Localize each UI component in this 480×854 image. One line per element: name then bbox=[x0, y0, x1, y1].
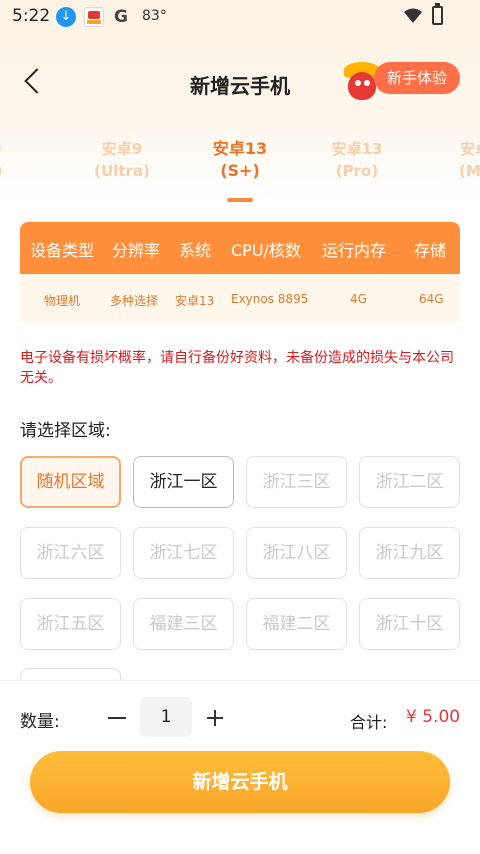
region-option[interactable]: 浙江六区 bbox=[20, 527, 121, 579]
total-price: ¥ 5.00 bbox=[406, 707, 461, 727]
spec-header-cell: CPU/核数 bbox=[231, 241, 301, 260]
quantity-value[interactable]: 1 bbox=[140, 697, 192, 737]
spec-value-cell: 4G bbox=[350, 292, 367, 306]
region-option[interactable]: 浙江二区 bbox=[359, 456, 460, 508]
tab-android9-max[interactable]: 卓9ax) bbox=[0, 138, 44, 182]
add-cloud-phone-button[interactable]: 新增云手机 bbox=[30, 751, 450, 813]
region-option[interactable]: 浙江三区 bbox=[246, 456, 347, 508]
google-icon: G bbox=[114, 7, 128, 27]
model-tabs: 卓9ax) 安卓9(Ultra) 安卓13(S+) 安卓13(Pro) 安卓(M… bbox=[0, 128, 480, 202]
newbie-trial-button[interactable]: 新手体验 bbox=[374, 62, 460, 94]
region-option[interactable]: 浙江十区 bbox=[359, 598, 460, 650]
spec-value-cell: 64G bbox=[419, 292, 444, 306]
backup-warning: 电子设备有损坏概率，请自行备份好资料，未备份造成的损失与本公司无关。 bbox=[20, 350, 454, 386]
region-option[interactable]: 福建二区 bbox=[246, 598, 347, 650]
spec-value-cell: 多种选择 bbox=[110, 294, 159, 308]
spec-header-cell: 运行内存 bbox=[322, 241, 387, 260]
temperature: 83° bbox=[142, 8, 167, 24]
total-label: 合计: bbox=[350, 713, 388, 732]
spec-header-cell: 设备类型 bbox=[30, 241, 95, 260]
region-option-random[interactable]: 随机区域 bbox=[20, 456, 121, 508]
active-tab-indicator bbox=[227, 198, 253, 202]
nav-bar: 新增云手机 新手体验 bbox=[0, 50, 480, 110]
region-option[interactable]: 福建三区 bbox=[133, 598, 234, 650]
battery-icon bbox=[432, 3, 443, 25]
quantity-increase-button[interactable] bbox=[204, 703, 228, 733]
app-notification-icon bbox=[84, 7, 104, 27]
spec-header-cell: 存储 bbox=[414, 241, 447, 260]
quantity-label: 数量: bbox=[20, 712, 60, 732]
region-option[interactable]: 浙江五区 bbox=[20, 598, 121, 650]
region-option[interactable]: 浙江八区 bbox=[246, 527, 347, 579]
spec-header-cell: 分辨率 bbox=[112, 241, 161, 260]
quantity-decrease-button[interactable] bbox=[106, 703, 130, 733]
spec-value-cell: 物理机 bbox=[44, 294, 81, 308]
wifi-icon bbox=[404, 8, 422, 23]
spec-table: 设备类型 分辨率 系统 CPU/核数 运行内存 存储 物理机 多种选择 安卓13… bbox=[20, 222, 460, 324]
region-option[interactable]: 浙江一区 bbox=[133, 456, 234, 508]
spec-value-cell: Exynos 8895 bbox=[231, 292, 309, 306]
spec-value-cell: 安卓13 bbox=[175, 294, 215, 308]
spec-header-row: 设备类型 分辨率 系统 CPU/核数 运行内存 存储 bbox=[20, 222, 460, 274]
tab-android13-pro[interactable]: 安卓13 (Pro) bbox=[302, 138, 412, 182]
tab-android13-splus[interactable]: 安卓13 (S+) bbox=[185, 138, 295, 182]
order-footer: 数量: 1 合计: ¥ 5.00 新增云手机 bbox=[0, 680, 480, 854]
region-option[interactable]: 浙江九区 bbox=[359, 527, 460, 579]
tab-android9-ultra[interactable]: 安卓9 (Ultra) bbox=[67, 138, 177, 182]
download-icon: ↓ bbox=[56, 7, 76, 27]
spec-value-row: 物理机 多种选择 安卓13 Exynos 8895 4G 64G bbox=[20, 274, 460, 324]
region-option[interactable]: 浙江七区 bbox=[133, 527, 234, 579]
spec-header-cell: 系统 bbox=[179, 241, 212, 260]
tab-android-max[interactable]: 安卓(Ma bbox=[420, 138, 480, 182]
region-label: 请选择区域: bbox=[20, 421, 111, 441]
status-time: 5:22 bbox=[12, 6, 51, 26]
status-bar: 5:22 ↓ G 83° bbox=[0, 0, 480, 34]
